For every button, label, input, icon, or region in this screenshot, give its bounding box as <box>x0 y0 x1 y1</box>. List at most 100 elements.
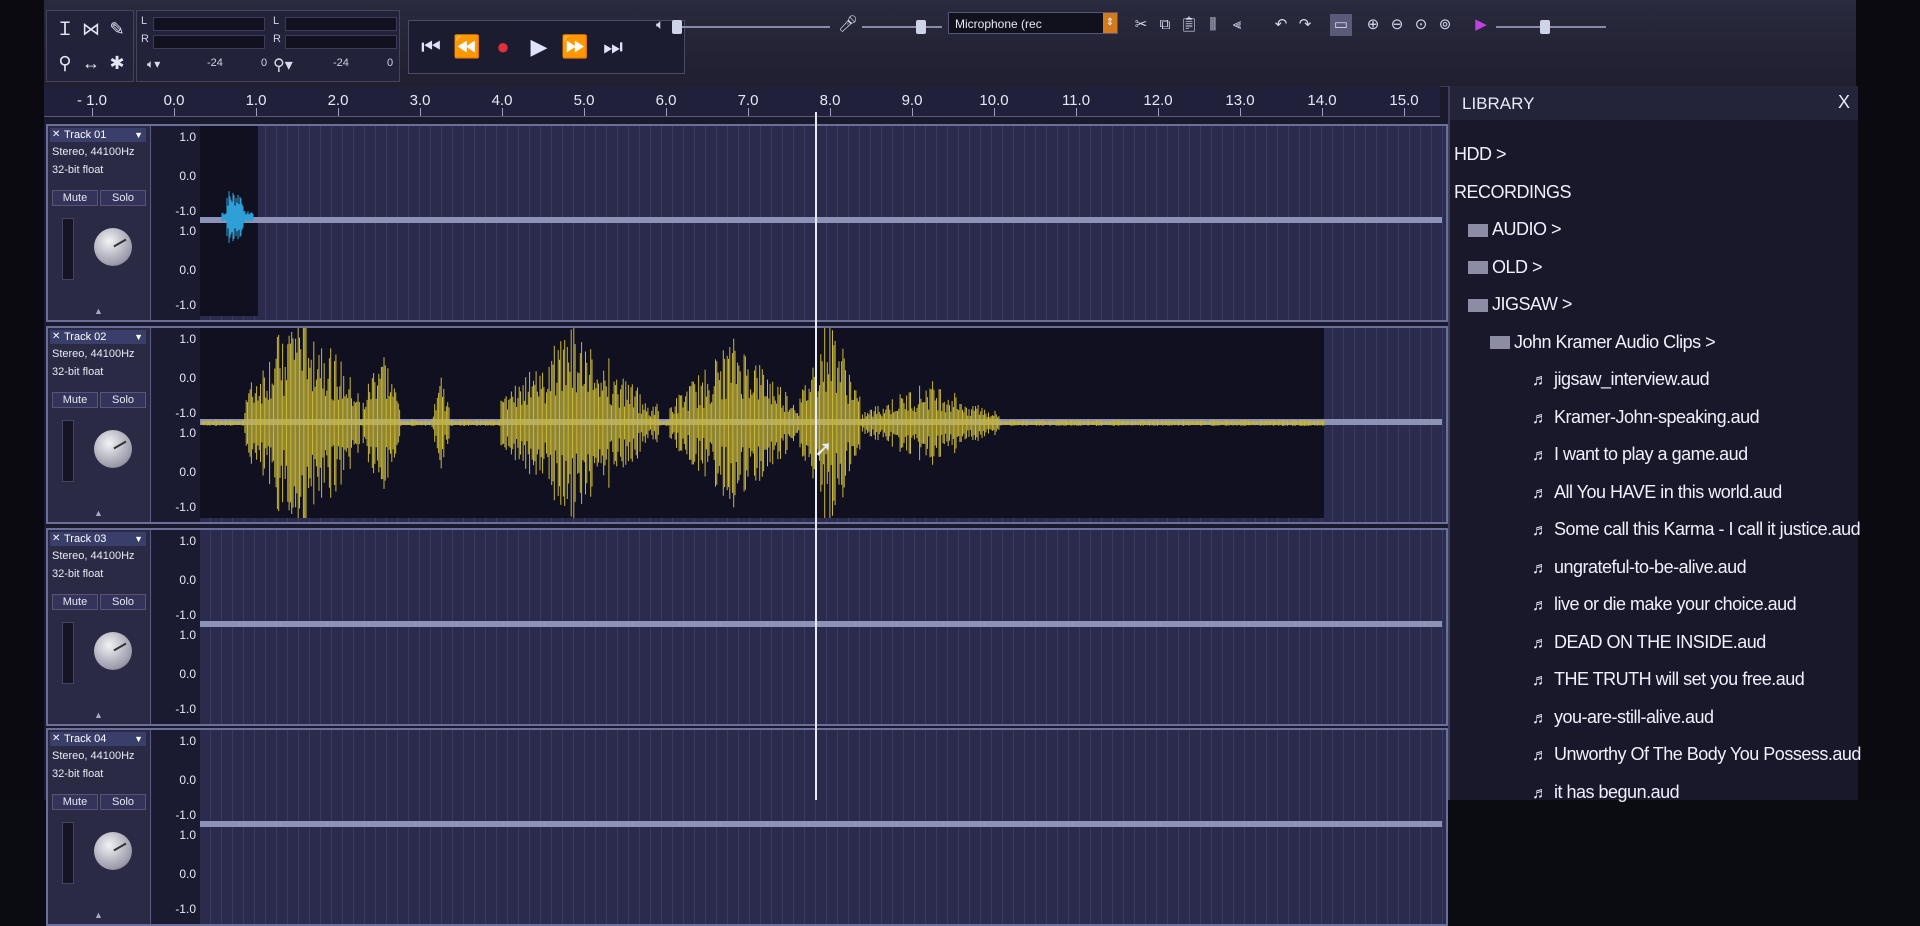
library-file-item[interactable]: ♬ THE TRUTH will set you free.aud <box>1532 669 1805 690</box>
playback-meter-r[interactable] <box>153 35 265 49</box>
library-file-item[interactable]: ♬ you-are-still-alive.aud <box>1532 707 1714 728</box>
library-file-item[interactable]: ♬ Kramer-John-speaking.aud <box>1532 407 1760 428</box>
track-1[interactable]: ✕ Track 01 ▼ Stereo, 44100Hz 32-bit floa… <box>46 124 1448 322</box>
library-file-item[interactable]: ♬ ungrateful-to-be-alive.aud <box>1532 557 1747 578</box>
collapse-track-icon[interactable]: ▲ <box>94 910 103 920</box>
library-file-item[interactable]: ♬ jigsaw_interview.aud <box>1532 369 1710 390</box>
trim-icon[interactable]: ⫼ <box>1202 14 1224 36</box>
toolbar: Ｉ ⋈ ✎ ⚲ ↔ ✱ L R L R 🔈︎▾ -24 0 ⚲▾ -24 0 ⏮… <box>44 0 1856 87</box>
zoom-tool-icon[interactable]: ⚲ <box>53 51 77 75</box>
silence-icon[interactable]: ⫷ <box>1226 14 1248 36</box>
library-file-item[interactable]: ♬ live or die make your choice.aud <box>1532 594 1797 615</box>
solo-button[interactable]: Solo <box>100 594 146 610</box>
input-volume-knob[interactable] <box>916 20 926 34</box>
input-volume-slider[interactable] <box>862 26 942 28</box>
mute-button[interactable]: Mute <box>52 392 98 408</box>
pan-knob[interactable] <box>94 832 132 870</box>
mute-button[interactable]: Mute <box>52 594 98 610</box>
library-file-item[interactable]: ♬ DEAD ON THE INSIDE.aud <box>1532 632 1766 653</box>
redo-icon[interactable]: ↷ <box>1294 14 1316 36</box>
playback-speed-slider[interactable] <box>1496 26 1606 28</box>
close-track-icon[interactable]: ✕ <box>52 532 60 546</box>
timeline-ruler[interactable]: - 1.0 0.0 1.0 2.0 3.0 4.0 5.0 6.0 7.0 8.0 9.0 10.0 1… <box>44 86 1440 117</box>
fit-selection-icon[interactable]: ⊙ <box>1410 14 1432 36</box>
solo-button[interactable]: Solo <box>100 190 146 206</box>
track-name-menu[interactable]: ✕ Track 02 ▼ <box>50 330 146 344</box>
mute-button[interactable]: Mute <box>52 190 98 206</box>
play-at-speed-icon[interactable]: ▶ <box>1470 14 1492 36</box>
record-meter-r[interactable] <box>285 35 397 49</box>
ruler-tick-mark <box>1404 108 1405 116</box>
cut-icon[interactable]: ✂ <box>1130 14 1152 36</box>
pan-knob[interactable] <box>94 632 132 670</box>
record-icon[interactable]: ● <box>487 31 519 63</box>
output-volume-slider[interactable] <box>680 26 830 28</box>
collapse-track-icon[interactable]: ▲ <box>94 306 103 316</box>
record-meter[interactable] <box>285 17 397 31</box>
waveform-graphic <box>200 821 1442 827</box>
track-name-menu[interactable]: ✕ Track 03 ▼ <box>50 532 146 546</box>
playback-meter[interactable] <box>153 17 265 31</box>
skip-to-end-icon[interactable]: ⏭ <box>597 31 629 63</box>
input-device-select[interactable]: Microphone (rec ⇕ <box>948 12 1118 34</box>
ruler-tick-mark <box>584 108 585 116</box>
track-3[interactable]: ✕ Track 03 ▼ Stereo, 44100Hz 32-bit floa… <box>46 528 1448 726</box>
pan-knob[interactable] <box>94 430 132 468</box>
skip-to-start-icon[interactable]: ⏮ <box>415 31 447 63</box>
sync-lock-icon[interactable]: ▭ <box>1330 14 1352 36</box>
fit-project-icon[interactable]: ⊚ <box>1434 14 1456 36</box>
close-track-icon[interactable]: ✕ <box>52 732 60 746</box>
library-file-item[interactable]: ♬ Some call this Karma - I call it justic… <box>1532 519 1861 540</box>
record-scale-0: 0 <box>387 57 394 69</box>
track-name-menu[interactable]: ✕ Track 01 ▼ <box>50 128 146 142</box>
library-root-item[interactable]: RECORDINGS <box>1454 182 1572 203</box>
chevron-down-icon[interactable]: ▼ <box>134 330 143 344</box>
selection-tool-icon[interactable]: Ｉ <box>53 17 77 41</box>
multi-tool-icon[interactable]: ✱ <box>105 51 129 75</box>
track-name-menu[interactable]: ✕ Track 04 ▼ <box>50 732 146 746</box>
paste-icon[interactable]: 📋︎ <box>1178 14 1200 36</box>
solo-button[interactable]: Solo <box>100 794 146 810</box>
undo-icon[interactable]: ↶ <box>1270 14 1292 36</box>
chevron-down-icon[interactable]: ▼ <box>134 532 143 546</box>
draw-tool-icon[interactable]: ✎ <box>105 17 129 41</box>
library-folder-item[interactable]: OLD > <box>1468 257 1543 278</box>
ruler-tick-label: 3.0 <box>409 92 431 109</box>
envelope-tool-icon[interactable]: ⋈ <box>79 17 103 41</box>
chevron-down-icon[interactable]: ▼ <box>134 732 143 746</box>
collapse-track-icon[interactable]: ▲ <box>94 710 103 720</box>
close-track-icon[interactable]: ✕ <box>52 128 60 142</box>
copy-icon[interactable]: ⧉ <box>1154 14 1176 36</box>
fast-forward-icon[interactable]: ⏩ <box>559 31 591 63</box>
solo-button[interactable]: Solo <box>100 392 146 408</box>
zoom-in-icon[interactable]: ⊕ <box>1362 14 1384 36</box>
library-file-item[interactable]: ♬ it has begun.aud <box>1532 782 1680 803</box>
library-file-item[interactable]: ♬ All You HAVE in this world.aud <box>1532 482 1782 503</box>
timeshift-tool-icon[interactable]: ↔ <box>79 51 103 75</box>
mute-button[interactable]: Mute <box>52 794 98 810</box>
playback-speed-knob[interactable] <box>1540 20 1550 34</box>
track-name: Track 02 <box>64 331 107 343</box>
waveform-area[interactable] <box>200 730 1446 924</box>
pan-knob[interactable] <box>94 228 132 266</box>
waveform-area[interactable] <box>200 126 1446 320</box>
library-folder-item[interactable]: John Kramer Audio Clips > <box>1490 332 1716 353</box>
play-icon[interactable]: ▶ <box>523 31 555 63</box>
library-file-item[interactable]: ♬ Unworthy Of The Body You Possess.aud <box>1532 744 1861 765</box>
track-2[interactable]: ✕ Track 02 ▼ Stereo, 44100Hz 32-bit floa… <box>46 326 1448 524</box>
amplitude-scale-label: -1.0 <box>175 298 196 312</box>
library-root-item[interactable]: HDD > <box>1454 144 1507 165</box>
waveform-area[interactable] <box>200 530 1446 724</box>
library-file-item[interactable]: ♬ I want to play a game.aud <box>1532 444 1748 465</box>
library-folder-item[interactable]: AUDIO > <box>1468 219 1562 240</box>
waveform-area[interactable] <box>200 328 1446 522</box>
rewind-icon[interactable]: ⏪ <box>451 31 483 63</box>
collapse-track-icon[interactable]: ▲ <box>94 508 103 518</box>
output-volume-knob[interactable] <box>672 20 682 34</box>
close-icon[interactable]: X <box>1838 92 1850 113</box>
chevron-down-icon[interactable]: ▼ <box>134 128 143 142</box>
library-folder-item[interactable]: JIGSAW > <box>1468 294 1572 315</box>
close-track-icon[interactable]: ✕ <box>52 330 60 344</box>
zoom-out-icon[interactable]: ⊖ <box>1386 14 1408 36</box>
track-4[interactable]: ✕ Track 04 ▼ Stereo, 44100Hz 32-bit floa… <box>46 728 1448 926</box>
